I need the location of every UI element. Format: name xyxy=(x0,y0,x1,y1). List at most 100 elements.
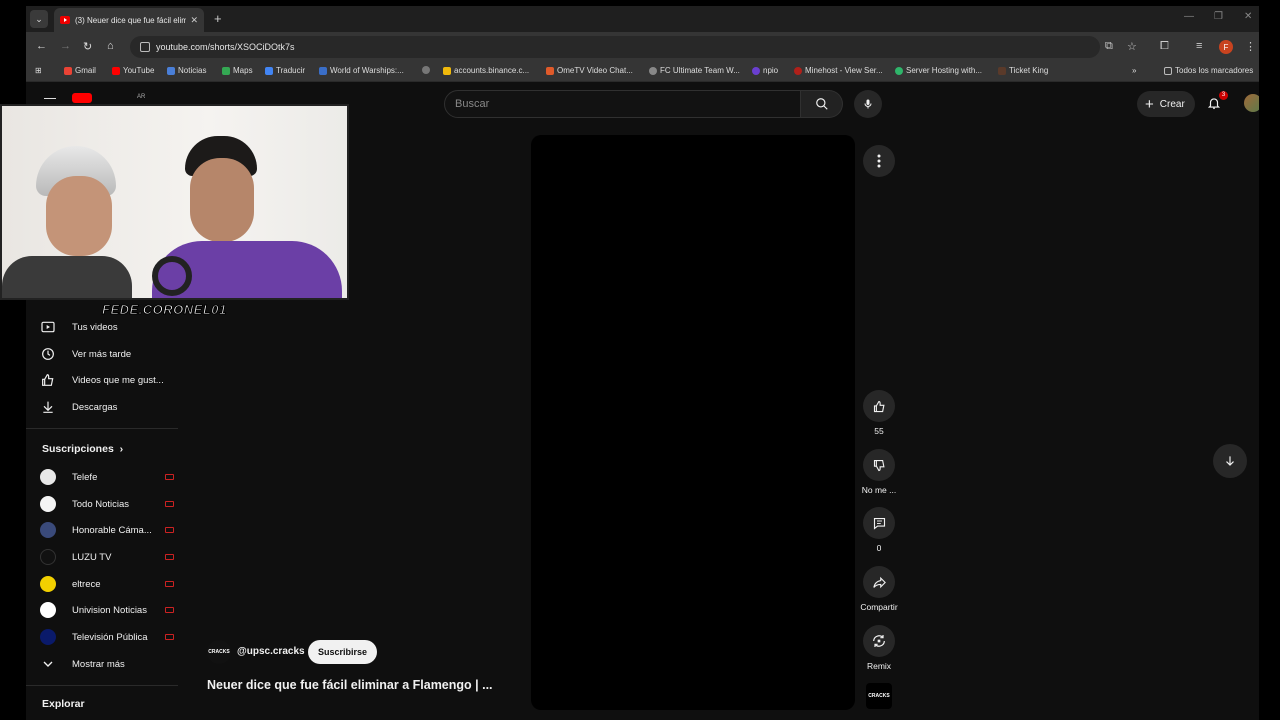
search-input[interactable]: Buscar xyxy=(444,90,801,118)
back-icon[interactable]: ← xyxy=(36,40,47,52)
close-tab-icon[interactable]: ✕ xyxy=(190,15,198,26)
download-icon xyxy=(43,401,53,413)
bookmark-star-icon[interactable]: ☆ xyxy=(1127,40,1137,53)
live-icon xyxy=(165,554,174,560)
like-button[interactable] xyxy=(863,390,895,422)
forward-icon[interactable]: → xyxy=(60,40,71,52)
sidebar-item-tus-videos[interactable]: Tus videos xyxy=(40,319,118,335)
bookmark-ometv[interactable]: OmeTV Video Chat... xyxy=(546,66,633,75)
bookmark-maps[interactable]: Maps xyxy=(222,66,253,75)
person-left-face xyxy=(46,176,112,256)
bookmark-warships[interactable]: World of Warships:... xyxy=(319,66,404,75)
comment-count: 0 xyxy=(876,543,882,553)
media-controls-icon[interactable]: ≡ xyxy=(1196,40,1202,52)
new-tab-button[interactable]: + xyxy=(214,11,222,26)
bookmark-npio[interactable]: npio xyxy=(752,66,778,75)
search-button[interactable] xyxy=(801,90,843,118)
apps-grid-icon[interactable]: ⊞ xyxy=(35,66,42,75)
channel-handle[interactable]: @upsc.cracks xyxy=(237,646,305,657)
channel-avatar xyxy=(40,522,56,538)
country-code: AR xyxy=(137,94,146,100)
gmail-icon xyxy=(64,66,72,75)
like-count: 55 xyxy=(874,426,884,436)
subscription-television-publica[interactable]: Televisión Pública xyxy=(40,629,180,645)
short-title[interactable]: Neuer dice que fue fácil eliminar a Flam… xyxy=(207,678,493,692)
bookmark-ticket-king[interactable]: Ticket King xyxy=(998,66,1048,75)
sidebar-item-ver-mas-tarde[interactable]: Ver más tarde xyxy=(40,346,131,362)
webcam-overlay xyxy=(0,104,349,300)
minehost-icon xyxy=(794,66,802,75)
globe-icon xyxy=(422,66,430,74)
address-bar[interactable]: youtube.com/shorts/XSOCiDOtk7s xyxy=(130,36,1100,58)
subscribe-button[interactable]: Suscribirse xyxy=(308,640,378,664)
subscription-luzu-tv[interactable]: LUZU TV xyxy=(40,549,180,565)
close-window-icon[interactable]: ✕ xyxy=(1244,11,1252,22)
remix-label: Remix xyxy=(866,661,892,671)
plus-icon: + xyxy=(1145,95,1154,113)
next-short-button[interactable] xyxy=(1213,444,1247,478)
remix-button[interactable] xyxy=(863,625,895,657)
show-more-button[interactable]: Mostrar más xyxy=(40,656,125,672)
restore-icon[interactable]: ❐ xyxy=(1214,11,1223,22)
bookmark-fc-ultimate[interactable]: FC Ultimate Team W... xyxy=(649,66,740,75)
sidebar-item-descargas[interactable]: Descargas xyxy=(40,399,117,415)
sidebar-item-liked-videos[interactable]: Videos que me gust... xyxy=(40,372,164,388)
folder-icon xyxy=(1164,66,1172,75)
subscription-eltrece[interactable]: eltrece xyxy=(40,576,180,592)
channel-avatar xyxy=(40,576,56,592)
bookmark-binance[interactable]: accounts.binance.c... xyxy=(443,66,529,75)
reload-icon[interactable]: ↻ xyxy=(83,40,92,53)
sidebar-divider xyxy=(26,428,178,429)
active-tab[interactable]: (3) Neuer dice que fue fácil elimi ✕ xyxy=(54,8,204,32)
bookmark-noticias[interactable]: Noticias xyxy=(167,66,206,75)
channel-avatar xyxy=(40,602,56,618)
minimize-icon[interactable]: — xyxy=(1184,11,1194,22)
live-icon xyxy=(165,527,174,533)
bookmark-youtube[interactable]: YouTube xyxy=(112,66,154,75)
extensions-icon[interactable]: ⧠ xyxy=(1160,40,1169,53)
bookmark-server-hosting[interactable]: Server Hosting with... xyxy=(895,66,982,75)
bookmark-gmail[interactable]: Gmail xyxy=(64,66,96,75)
dislike-button[interactable] xyxy=(863,449,895,481)
install-app-icon[interactable]: ⧉ xyxy=(1105,40,1113,53)
youtube-logo[interactable] xyxy=(72,93,92,103)
server-hosting-icon xyxy=(895,66,903,75)
create-button[interactable]: + Crear xyxy=(1137,91,1195,117)
clock-icon xyxy=(42,348,54,360)
subscription-telefe[interactable]: Telefe xyxy=(40,469,180,485)
channel-avatar[interactable]: CRACKS xyxy=(207,640,231,664)
bookmark-minehost[interactable]: Minehost - View Ser... xyxy=(794,66,883,75)
comments-button[interactable] xyxy=(863,507,895,539)
notification-count-badge: 3 xyxy=(1219,91,1228,100)
home-icon[interactable]: ⌂ xyxy=(107,40,114,52)
arrow-down-icon xyxy=(1226,456,1234,466)
all-bookmarks-folder[interactable]: Todos los marcadores xyxy=(1164,66,1253,75)
subscription-honorable-camara[interactable]: Honorable Cáma... xyxy=(40,522,180,538)
warships-icon xyxy=(319,66,327,75)
voice-search-button[interactable] xyxy=(854,90,882,118)
play-square-icon xyxy=(41,321,55,333)
channel-avatar xyxy=(40,629,56,645)
profile-avatar[interactable]: F xyxy=(1219,40,1233,54)
live-icon xyxy=(165,474,174,480)
bookmark-traducir[interactable]: Traducir xyxy=(265,66,305,75)
site-info-icon[interactable] xyxy=(140,42,150,52)
streamer-name-overlay: FEDE.CORONEL01 xyxy=(102,302,227,318)
subscription-univision-noticias[interactable]: Univision Noticias xyxy=(40,602,180,618)
more-options-button[interactable] xyxy=(863,145,895,177)
news-icon xyxy=(167,66,175,75)
user-avatar[interactable] xyxy=(1244,94,1259,112)
tab-search-button[interactable]: ⌄ xyxy=(30,10,48,28)
remix-icon xyxy=(873,635,885,647)
sound-thumbnail[interactable]: CRACKS xyxy=(866,683,892,709)
subscription-todo-noticias[interactable]: Todo Noticias xyxy=(40,496,180,512)
subscriptions-heading[interactable]: Suscripciones › xyxy=(42,443,123,455)
shorts-video-player[interactable] xyxy=(531,135,855,710)
live-icon xyxy=(165,501,174,507)
more-bookmarks-icon[interactable]: » xyxy=(1132,66,1136,75)
npio-icon xyxy=(752,66,760,75)
bookmark-globe[interactable] xyxy=(422,66,433,74)
url-text: youtube.com/shorts/XSOCiDOtk7s xyxy=(156,42,295,52)
share-button[interactable] xyxy=(863,566,895,598)
browser-menu-icon[interactable]: ⋮ xyxy=(1245,40,1256,53)
